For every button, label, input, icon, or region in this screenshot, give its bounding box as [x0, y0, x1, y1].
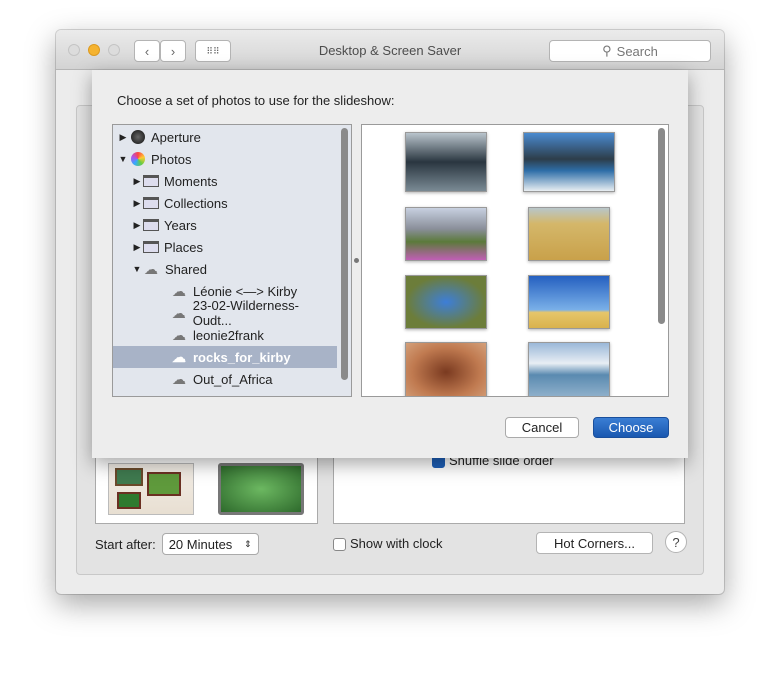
outline-item-label: rocks_for_kirby	[193, 349, 291, 365]
disclosure-triangle-icon[interactable]: ▼	[131, 264, 143, 274]
start-after-value: 20 Minutes	[168, 536, 233, 552]
cloud-icon: ☁	[144, 260, 158, 277]
cloud-icon: ☁	[172, 282, 186, 299]
start-after-select[interactable]: 20 Minutes ⇕	[161, 533, 259, 555]
outline-item[interactable]: ▶ Aperture	[113, 126, 337, 148]
photo-thumb[interactable]	[528, 342, 610, 396]
outline-item-label: Out_of_Africa	[193, 371, 273, 387]
folder-icon	[143, 219, 159, 231]
outline-item[interactable]: ▼ Photos	[113, 148, 337, 170]
help-icon: ?	[672, 534, 680, 550]
photo-thumb[interactable]	[405, 275, 487, 329]
outline-scrollbar[interactable]	[341, 128, 348, 380]
disclosure-triangle-icon[interactable]: ▶	[131, 198, 143, 209]
choose-button[interactable]: Choose	[593, 417, 669, 438]
outline-item-label: Aperture	[151, 129, 201, 145]
split-handle[interactable]	[354, 258, 359, 263]
outline-item-label: Places	[164, 239, 204, 255]
disclosure-triangle-icon[interactable]: ▶	[131, 176, 143, 187]
disclosure-triangle-icon[interactable]: ▶	[131, 220, 143, 231]
search-icon: ⚲	[602, 43, 612, 58]
sheet-prompt: Choose a set of photos to use for the sl…	[117, 93, 395, 108]
help-button[interactable]: ?	[665, 531, 687, 553]
cancel-label: Cancel	[521, 420, 563, 435]
screen-saver-thumb-wall[interactable]	[108, 463, 194, 515]
photo-thumb[interactable]	[528, 275, 610, 329]
updown-icon: ⇕	[244, 538, 252, 549]
photos-icon	[131, 152, 145, 166]
search-field[interactable]: ⚲ Search	[549, 40, 711, 62]
outline-item-label: Years	[164, 217, 197, 233]
photo-thumb[interactable]	[405, 132, 487, 192]
outline-item[interactable]: ▼ ☁ Shared	[113, 258, 337, 280]
outline-item[interactable]: ☁ Out_of_Africa	[113, 368, 337, 390]
outline-item-label: Léonie <—> Kirby	[193, 283, 298, 299]
search-placeholder: Search	[616, 43, 658, 59]
screen-saver-thumb-ladybug[interactable]	[218, 463, 304, 515]
cloud-icon: ☁	[172, 326, 186, 343]
outline-item[interactable]: ☁ leonie2frank	[113, 324, 337, 346]
outline-item-label: Moments	[164, 173, 218, 189]
choose-label: Choose	[608, 420, 654, 435]
photo-thumb[interactable]	[405, 207, 487, 261]
show-clock-checkbox[interactable]: Show with clock	[333, 536, 443, 552]
hot-corners-button[interactable]: Hot Corners...	[536, 532, 653, 554]
outline-item-label: leonie2frank	[193, 327, 264, 343]
source-outline[interactable]: ▶ Aperture ▼ Photos ▶ Moments ▶ Collections ▶ Yea…	[112, 124, 352, 397]
folder-icon	[143, 197, 159, 209]
cloud-icon: ☁	[172, 370, 186, 387]
photo-thumb[interactable]	[528, 207, 610, 261]
photo-thumb[interactable]	[405, 342, 487, 396]
folder-icon	[143, 241, 159, 253]
aperture-icon	[131, 130, 145, 144]
disclosure-triangle-icon[interactable]: ▶	[131, 242, 143, 253]
outline-item[interactable]: ▶ Moments	[113, 170, 337, 192]
start-after-label: Start after:	[95, 536, 156, 552]
outline-item-label: Photos	[151, 151, 192, 167]
title-bar: ‹ › ⠿⠿ Desktop & Screen Saver ⚲ Search	[56, 30, 724, 70]
cancel-button[interactable]: Cancel	[505, 417, 579, 438]
folder-icon	[143, 175, 159, 187]
photo-grid[interactable]	[361, 124, 669, 397]
outline-item[interactable]: ▶ Years	[113, 214, 337, 236]
outline-item[interactable]: ☁ rocks_for_kirby	[113, 346, 337, 368]
hot-corners-label: Hot Corners...	[554, 535, 635, 551]
show-clock-label: Show with clock	[350, 536, 443, 551]
outline-item-label: Shared	[165, 261, 207, 277]
grid-scrollbar[interactable]	[658, 128, 665, 324]
disclosure-triangle-icon[interactable]: ▼	[117, 154, 129, 164]
outline-item[interactable]: ▶ Collections	[113, 192, 337, 214]
outline-item-label: Collections	[164, 195, 228, 211]
cloud-icon: ☁	[171, 304, 186, 321]
photo-thumb[interactable]	[523, 132, 615, 192]
photo-chooser-sheet: Choose a set of photos to use for the sl…	[92, 70, 688, 458]
disclosure-triangle-icon[interactable]: ▶	[117, 132, 129, 143]
outline-item[interactable]: ☁ 23-02-Wilderness-Oudt...	[113, 298, 337, 328]
cloud-icon: ☁	[172, 348, 186, 365]
outline-item[interactable]: ▶ Places	[113, 236, 337, 258]
